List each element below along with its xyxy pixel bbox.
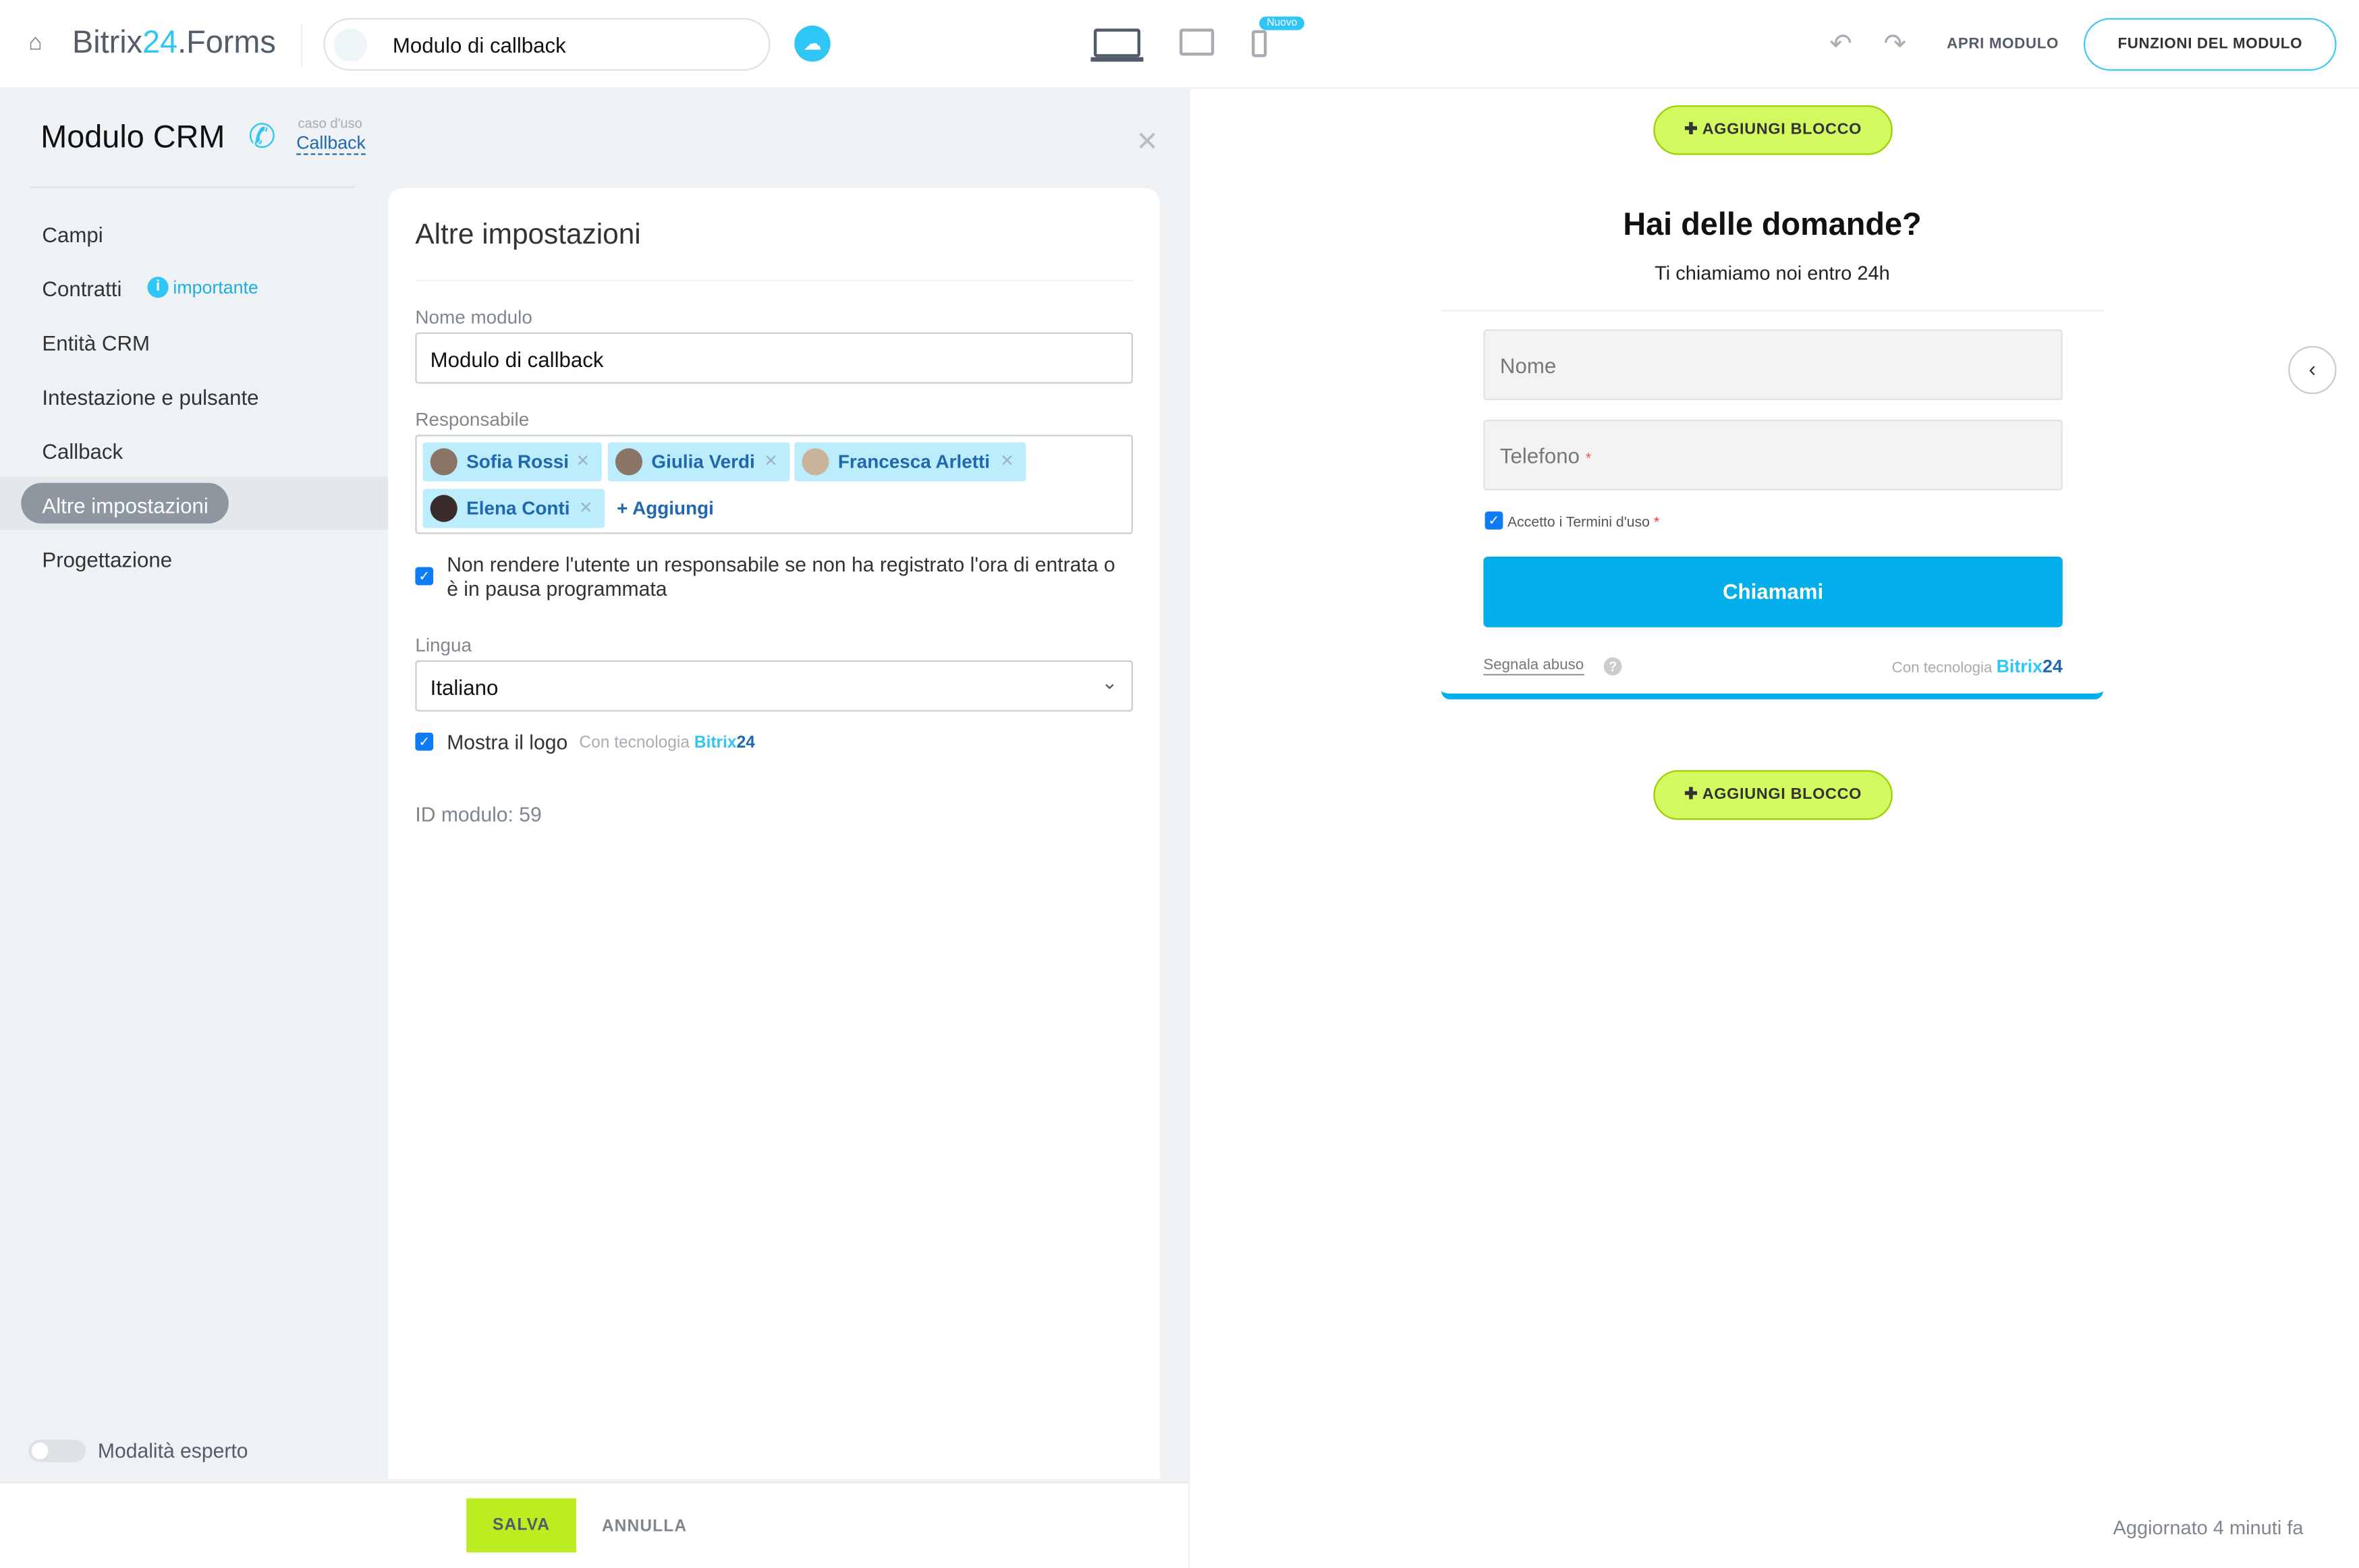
chevron-left-icon[interactable]: ‹: [2288, 345, 2337, 395]
expert-mode-toggle[interactable]: [28, 1439, 86, 1463]
cancel-button[interactable]: ANNULLA: [602, 1518, 687, 1536]
app-logo: Bitrix24.Forms: [72, 25, 276, 61]
remove-icon[interactable]: ✕: [579, 489, 593, 528]
sidebar-item-altre-impostazioni[interactable]: Altre impostazioni: [42, 493, 208, 517]
info-icon: i: [147, 277, 169, 298]
report-abuse-link[interactable]: Segnala abuso: [1483, 657, 1584, 676]
new-badge: Nuovo: [1259, 16, 1305, 30]
home-icon[interactable]: ⌂: [28, 30, 42, 56]
divider: [1441, 310, 2103, 312]
responsible-tag[interactable]: Francesca Arletti ✕: [794, 442, 1026, 482]
sidebar-item-entita-crm[interactable]: Entità CRM: [42, 331, 150, 356]
cloud-icon[interactable]: ☁: [794, 25, 831, 62]
save-button[interactable]: SALVA: [466, 1498, 576, 1552]
phone-field[interactable]: Telefono *: [1483, 420, 2063, 491]
form-name-input[interactable]: Modulo di callback: [323, 18, 771, 71]
use-case-label: caso d'uso: [298, 115, 362, 131]
language-label: Lingua: [415, 634, 472, 656]
mobile-view-icon[interactable]: [1252, 30, 1267, 57]
no-responsible-checkbox[interactable]: ✓: [415, 567, 434, 586]
undo-icon[interactable]: ↶: [1829, 28, 1852, 60]
sidebar-item-contratti[interactable]: Contratti: [42, 277, 121, 301]
name-field[interactable]: Nome: [1483, 329, 2063, 401]
help-icon[interactable]: ?: [1603, 657, 1622, 676]
redo-icon[interactable]: ↷: [1883, 28, 1906, 60]
form-name-label: Nome modulo: [415, 306, 532, 329]
plus-icon: ✚: [1684, 120, 1698, 139]
add-responsible-link[interactable]: + Aggiungi: [617, 498, 714, 519]
panel-title: Altre impostazioni: [415, 219, 641, 252]
add-block-button[interactable]: ✚ AGGIUNGI BLOCCO: [1653, 105, 1893, 155]
form-functions-button[interactable]: FUNZIONI DEL MODULO: [2083, 18, 2337, 71]
preview-subheading: Ti chiamiamo noi entro 24h: [1655, 261, 1890, 285]
desktop-view-icon[interactable]: [1093, 28, 1141, 57]
language-select[interactable]: Italiano ⌄: [415, 660, 1133, 712]
preview-powered-by: Con tecnologia Bitrix24: [1891, 656, 2063, 677]
remove-icon[interactable]: ✕: [576, 443, 590, 482]
avatar: [615, 448, 643, 476]
updated-status: Aggiornato 4 minuti fa: [2113, 1516, 2304, 1539]
expert-mode-label: Modalità esperto: [97, 1439, 248, 1463]
form-id: ID modulo: 59: [415, 803, 542, 827]
important-badge[interactable]: importante: [173, 277, 258, 298]
form-bottom-border: [1441, 690, 2103, 700]
phone-icon: ✆: [248, 117, 276, 155]
preview-heading: Hai delle domande?: [1623, 207, 1922, 242]
sidebar-item-intestazione[interactable]: Intestazione e pulsante: [42, 385, 258, 410]
tablet-view-icon[interactable]: [1180, 28, 1215, 56]
responsible-tag[interactable]: Elena Conti ✕: [422, 488, 605, 528]
divider: [415, 279, 1133, 281]
use-case-link[interactable]: Callback: [296, 132, 366, 155]
show-logo-label: Mostra il logo: [447, 731, 568, 754]
open-form-button[interactable]: APRI MODULO: [1947, 36, 2059, 53]
call-me-button[interactable]: Chiamami: [1483, 556, 2063, 627]
remove-icon[interactable]: ✕: [764, 443, 778, 482]
chevron-down-icon: ⌄: [1101, 671, 1118, 694]
sidebar-title: Modulo CRM: [40, 120, 225, 155]
form-name-field[interactable]: Modulo di callback: [415, 332, 1133, 384]
divider: [30, 186, 356, 188]
image-icon[interactable]: [333, 28, 368, 62]
terms-label: Accetto i Termini d'uso *: [1507, 514, 1660, 532]
terms-checkbox[interactable]: ✓: [1484, 511, 1503, 530]
avatar: [430, 448, 457, 476]
responsible-label: Responsabile: [415, 409, 530, 430]
remove-icon[interactable]: ✕: [1000, 443, 1014, 482]
laptop-base: [1090, 57, 1144, 62]
responsible-selector[interactable]: Sofia Rossi ✕ Giulia Verdi ✕ Francesca Arl…: [415, 435, 1133, 534]
sidebar-item-callback[interactable]: Callback: [42, 439, 123, 464]
responsible-tag[interactable]: Giulia Verdi ✕: [607, 442, 790, 482]
sidebar-item-progettazione[interactable]: Progettazione: [42, 548, 172, 572]
sidebar-item-campi[interactable]: Campi: [42, 223, 103, 247]
responsible-tag[interactable]: Sofia Rossi ✕: [422, 442, 602, 482]
no-responsible-label: Non rendere l'utente un responsabile se …: [447, 553, 1115, 600]
plus-icon: ✚: [1684, 785, 1698, 804]
avatar: [430, 495, 457, 522]
show-logo-checkbox[interactable]: ✓: [415, 732, 434, 751]
divider: [300, 24, 303, 67]
add-block-button[interactable]: ✚ AGGIUNGI BLOCCO: [1653, 770, 1893, 820]
close-icon[interactable]: ✕: [1136, 126, 1159, 158]
divider: [1188, 88, 1190, 1568]
avatar: [802, 448, 829, 476]
bottom-bar: [0, 1482, 1189, 1568]
powered-by: Con tecnologia Bitrix24: [579, 734, 755, 752]
